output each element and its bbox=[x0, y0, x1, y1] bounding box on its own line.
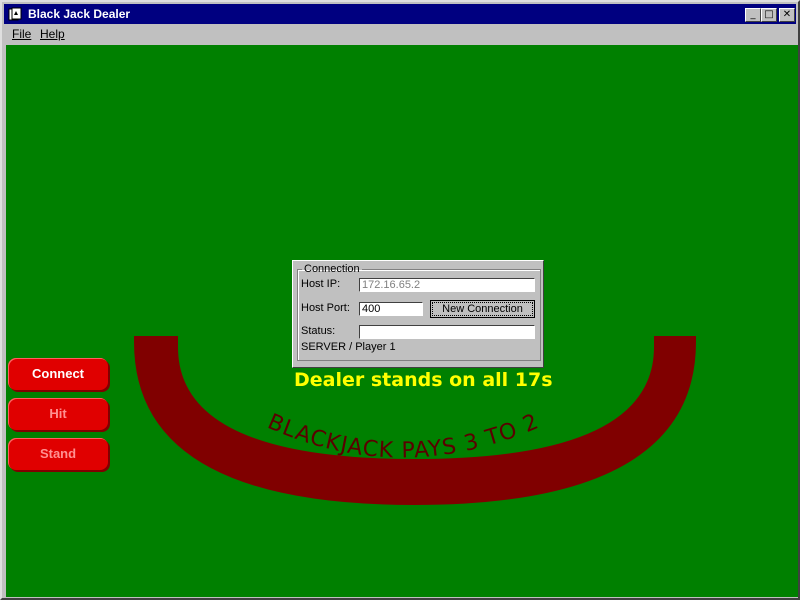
new-connection-button[interactable]: New Connection bbox=[430, 300, 535, 318]
app-window: Black Jack Dealer _ □ ✕ File Help BLACKJ… bbox=[0, 0, 800, 600]
host-ip-field[interactable]: 172.16.65.2 bbox=[359, 278, 535, 292]
minimize-button[interactable]: _ bbox=[745, 8, 761, 22]
host-port-field[interactable]: 400 bbox=[359, 302, 423, 316]
role-text: SERVER / Player 1 bbox=[301, 341, 396, 353]
menu-file[interactable]: File bbox=[12, 27, 31, 41]
stand-button[interactable]: Stand bbox=[8, 438, 108, 470]
app-icon bbox=[8, 7, 22, 21]
host-ip-label: Host IP: bbox=[301, 278, 341, 290]
menu-file-label: File bbox=[12, 27, 32, 41]
hit-button[interactable]: Hit bbox=[8, 398, 108, 430]
maximize-button[interactable]: □ bbox=[761, 8, 777, 22]
close-button[interactable]: ✕ bbox=[779, 8, 795, 22]
menu-help-label: Help bbox=[40, 27, 65, 41]
connection-group-label: Connection bbox=[304, 263, 360, 275]
dealer-rule-text: Dealer stands on all 17s bbox=[294, 369, 553, 391]
menu-bar: File Help bbox=[4, 24, 796, 44]
connect-button[interactable]: Connect bbox=[8, 358, 108, 390]
window-title: Black Jack Dealer bbox=[28, 7, 131, 21]
connection-panel: Connection Host IP: 172.16.65.2 Host Por… bbox=[292, 260, 544, 368]
title-bar[interactable]: Black Jack Dealer _ □ ✕ bbox=[4, 4, 796, 24]
status-label: Status: bbox=[301, 325, 336, 337]
host-port-label: Host Port: bbox=[301, 302, 350, 314]
menu-help[interactable]: Help bbox=[40, 27, 65, 41]
status-field[interactable] bbox=[359, 325, 535, 339]
new-connection-label: New Connection bbox=[432, 302, 533, 316]
